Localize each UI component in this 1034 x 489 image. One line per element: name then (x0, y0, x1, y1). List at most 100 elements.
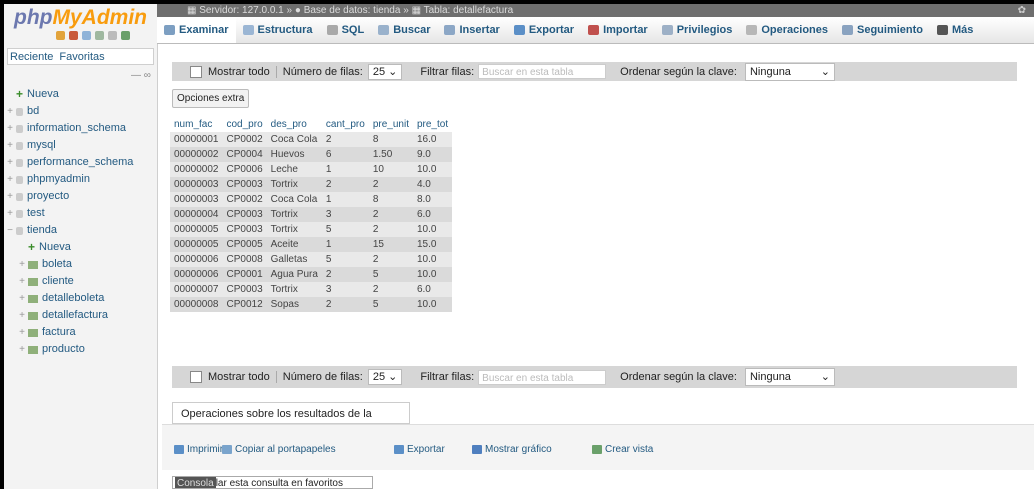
table-cell[interactable]: 16.0 (412, 132, 453, 147)
table-cell[interactable]: 2 (321, 132, 369, 147)
table-cell[interactable]: CP0005 (222, 237, 267, 252)
tree-item-label[interactable]: proyecto (27, 188, 69, 205)
table-cell[interactable]: Tortrix (266, 282, 322, 297)
gear-icon[interactable]: ✿ (1018, 4, 1026, 17)
table-cell[interactable]: 2 (368, 282, 413, 297)
table-cell[interactable]: 10.0 (412, 162, 453, 177)
column-header[interactable]: pre_tot (412, 116, 453, 132)
phpmyadmin-logo[interactable]: phpMyAdmin (4, 4, 157, 31)
table-cell[interactable]: Leche (266, 162, 322, 177)
table-cell[interactable]: 00000003 (170, 192, 223, 207)
tree-item-label[interactable]: information_schema (27, 120, 126, 137)
table-cell[interactable]: Tortrix (266, 207, 322, 222)
order-select[interactable]: Ninguna ⌄ (744, 368, 835, 386)
table-cell[interactable]: 2 (321, 267, 369, 282)
table-cell[interactable]: 10 (368, 162, 413, 177)
table-cell[interactable]: 4.0 (412, 177, 453, 192)
tab-examinar[interactable]: Examinar (157, 17, 236, 43)
collapse-all-icon[interactable]: — ∞ (131, 70, 151, 81)
table-cell[interactable]: 2 (321, 177, 369, 192)
breadcrumb-server[interactable]: Servidor: 127.0.0.1 (199, 5, 284, 16)
tree-item[interactable]: + cliente (4, 273, 157, 290)
table-row[interactable]: 00000004 CP0003 Tortrix 3 2 6.0 (170, 207, 453, 222)
exportar-button[interactable]: Exportar (394, 441, 445, 458)
expand-icon[interactable]: + (16, 273, 28, 290)
tree-item[interactable]: + proyecto (4, 188, 157, 205)
tree-item[interactable]: + mysql (4, 137, 157, 154)
expand-icon[interactable]: + (16, 290, 28, 307)
tab-favorites[interactable]: Favoritas (59, 51, 104, 63)
table-cell[interactable]: CP0012 (222, 297, 267, 312)
tree-item-label[interactable]: tienda (27, 222, 57, 239)
table-cell[interactable]: 00000005 (170, 237, 223, 252)
table-row[interactable]: 00000008 CP0012 Sopas 2 5 10.0 (170, 297, 453, 312)
table-cell[interactable]: 10.0 (412, 297, 453, 312)
table-cell[interactable]: 00000007 (170, 282, 223, 297)
tree-item-label[interactable]: performance_schema (27, 154, 133, 171)
tab-recent[interactable]: Reciente (10, 51, 53, 63)
tab-seguimiento[interactable]: Seguimiento (835, 17, 930, 43)
table-cell[interactable]: 6 (321, 147, 369, 162)
table-cell[interactable]: 2 (368, 222, 413, 237)
tree-item[interactable]: + bd (4, 103, 157, 120)
table-cell[interactable]: 5 (321, 252, 369, 267)
table-row[interactable]: 00000006 CP0008 Galletas 5 2 10.0 (170, 252, 453, 267)
tab-estructura[interactable]: Estructura (236, 17, 320, 43)
tab-exportar[interactable]: Exportar (507, 17, 581, 43)
tree-item-label[interactable]: Nueva (39, 239, 71, 256)
table-cell[interactable]: 15 (368, 237, 413, 252)
table-cell[interactable]: CP0006 (222, 162, 267, 177)
docs-sql-icon[interactable] (95, 31, 104, 40)
table-cell[interactable]: 10.0 (412, 252, 453, 267)
tree-item-label[interactable]: Nueva (27, 86, 59, 103)
filter-input[interactable]: Buscar en esta tabla (478, 64, 607, 79)
expand-icon[interactable]: + (16, 307, 28, 324)
table-cell[interactable]: CP0003 (222, 207, 267, 222)
tree-item-label[interactable]: detallefactura (42, 307, 108, 324)
table-cell[interactable]: Coca Cola (266, 192, 322, 207)
tree-item-label[interactable]: test (27, 205, 45, 222)
table-cell[interactable]: Coca Cola (266, 132, 322, 147)
table-row[interactable]: 00000003 CP0003 Tortrix 2 2 4.0 (170, 177, 453, 192)
table-cell[interactable]: 1 (321, 192, 369, 207)
table-row[interactable]: 00000002 CP0004 Huevos 6 1.50 9.0 (170, 147, 453, 162)
table-cell[interactable]: 3 (321, 207, 369, 222)
table-cell[interactable]: 00000003 (170, 177, 223, 192)
table-cell[interactable]: 00000008 (170, 297, 223, 312)
table-cell[interactable]: Galletas (266, 252, 322, 267)
table-cell[interactable]: CP0002 (222, 132, 267, 147)
breadcrumb-database[interactable]: Base de datos: tienda (304, 5, 401, 16)
table-cell[interactable]: Tortrix (266, 177, 322, 192)
filter-input[interactable]: Buscar en esta tabla (478, 369, 607, 385)
table-cell[interactable]: 00000006 (170, 267, 223, 282)
home-icon[interactable] (56, 31, 65, 40)
table-row[interactable]: 00000001 CP0002 Coca Cola 2 8 16.0 (170, 132, 453, 147)
expand-icon[interactable]: + (4, 188, 16, 205)
table-cell[interactable]: 5 (368, 297, 413, 312)
tab-buscar[interactable]: Buscar (371, 17, 437, 43)
table-cell[interactable]: 6.0 (412, 282, 453, 297)
crear-vista-button[interactable]: Crear vista (592, 441, 653, 458)
table-cell[interactable]: 00000005 (170, 222, 223, 237)
table-cell[interactable]: 1.50 (368, 147, 413, 162)
logout-icon[interactable] (69, 31, 78, 40)
tree-item-label[interactable]: cliente (42, 273, 74, 290)
table-cell[interactable]: CP0002 (222, 192, 267, 207)
table-cell[interactable]: Agua Pura (266, 267, 322, 282)
tree-item-label[interactable]: factura (42, 324, 76, 341)
table-row[interactable]: 00000007 CP0003 Tortrix 3 2 6.0 (170, 282, 453, 297)
expand-icon[interactable]: + (16, 341, 28, 358)
table-cell[interactable]: 8 (368, 132, 413, 147)
tree-item[interactable]: − tienda (4, 222, 157, 239)
tree-item[interactable]: + factura (4, 324, 157, 341)
table-cell[interactable]: 8 (368, 192, 413, 207)
table-cell[interactable]: 3 (321, 282, 369, 297)
table-cell[interactable]: 00000002 (170, 147, 223, 162)
imprimir-button[interactable]: Imprimir (174, 441, 223, 458)
show-all-checkbox[interactable] (190, 65, 202, 78)
tree-item[interactable]: + Nueva (4, 86, 157, 103)
tab-operaciones[interactable]: Operaciones (739, 17, 835, 43)
table-row[interactable]: 00000002 CP0006 Leche 1 10 10.0 (170, 162, 453, 177)
rows-select[interactable]: 25 ⌄ (367, 63, 403, 80)
table-cell[interactable]: 10.0 (412, 267, 453, 282)
